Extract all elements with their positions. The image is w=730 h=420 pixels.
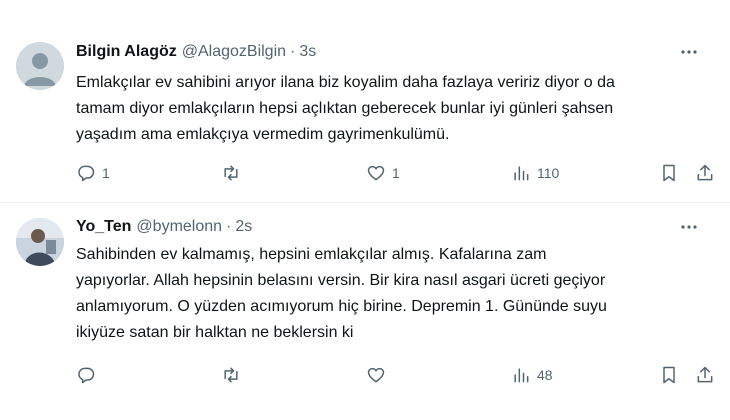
avatar[interactable] (16, 218, 64, 266)
view-count: 48 (537, 367, 553, 383)
separator-dot: · (290, 43, 296, 60)
tweet-text-line: Emlakçılar ev sahibini arıyor ilana biz … (76, 74, 615, 91)
reply-icon (78, 367, 95, 384)
views-icon (514, 166, 529, 181)
like-button[interactable]: 1 (366, 162, 400, 184)
views-icon (514, 368, 529, 383)
tweet-text-line: tamam diyor emlakçıların hepsi açlıktan … (76, 100, 614, 117)
retweet-icon (224, 165, 238, 181)
heart-icon (367, 165, 385, 181)
reply-button[interactable] (76, 364, 102, 386)
separator-dot: · (226, 218, 232, 235)
bookmark-icon (663, 366, 675, 384)
action-bar: 1 1 110 (76, 162, 714, 184)
display-name[interactable]: Yo_Ten (76, 218, 131, 236)
view-count: 110 (537, 165, 560, 181)
tweet-header: Bilgin Alagöz @AlagozBilgin · 3s (76, 41, 714, 63)
tweet-text-line: Sahibinden ev kalmamış, hepsini emlakçıl… (76, 246, 547, 263)
user-handle[interactable]: @AlagozBilgin (182, 43, 286, 61)
retweet-button[interactable] (221, 162, 247, 184)
retweet-icon (224, 367, 238, 383)
views-button[interactable]: 48 (511, 364, 553, 386)
tweet-text: Sahibinden ev kalmamış, hepsini emlakçıl… (76, 242, 710, 346)
tweet-text-line: ikiyüze satan bir halktan ne beklersin k… (76, 324, 354, 341)
timestamp[interactable]: 3s (299, 43, 316, 61)
share-button[interactable] (695, 162, 715, 184)
display-name[interactable]: Bilgin Alagöz (76, 43, 177, 61)
tweet-text-line: yapıyorlar. Allah hepsinin belasını vers… (76, 272, 606, 289)
retweet-button[interactable] (221, 364, 247, 386)
timestamp[interactable]: 2s (235, 218, 252, 236)
bookmark-button[interactable] (659, 162, 679, 184)
tweet-text-line: anlamıyorum. O yüzden acımıyorum hiç bir… (76, 298, 607, 315)
share-icon (697, 164, 713, 181)
more-icon[interactable] (678, 216, 700, 238)
tweet[interactable]: Yo_Ten @bymelonn · 2s Sahibinden ev kalm… (0, 204, 730, 420)
default-avatar-icon (16, 42, 64, 90)
more-icon[interactable] (678, 41, 700, 63)
share-button[interactable] (695, 364, 715, 386)
share-icon (697, 366, 713, 383)
action-bar: 48 (76, 364, 714, 386)
like-button[interactable] (366, 364, 392, 386)
heart-icon (367, 367, 385, 383)
like-count: 1 (392, 165, 400, 181)
bookmark-icon (663, 164, 675, 182)
bookmark-button[interactable] (659, 364, 679, 386)
tweet-header: Yo_Ten @bymelonn · 2s (76, 216, 714, 238)
user-handle[interactable]: @bymelonn (136, 218, 222, 236)
reply-count: 1 (102, 165, 110, 181)
reply-button[interactable]: 1 (76, 162, 110, 184)
tweet-text: Emlakçılar ev sahibini arıyor ilana biz … (76, 70, 710, 148)
profile-photo-icon (16, 218, 64, 266)
reply-icon (78, 165, 95, 182)
views-button[interactable]: 110 (511, 162, 559, 184)
tweet-text-line: yaşadım ama emlakçıya vermedim gayrimenk… (76, 126, 450, 143)
tweet[interactable]: Bilgin Alagöz @AlagozBilgin · 3s Emlakçı… (0, 0, 730, 203)
avatar[interactable] (16, 42, 64, 90)
